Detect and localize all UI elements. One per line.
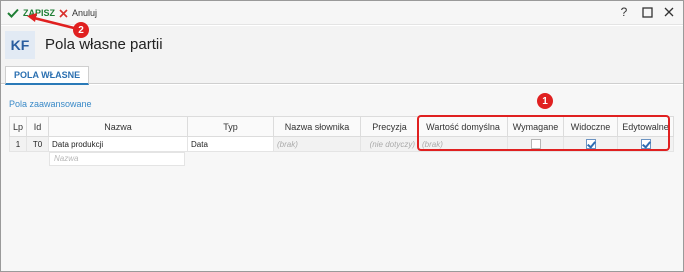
annotation-arrow-icon xyxy=(27,13,75,30)
